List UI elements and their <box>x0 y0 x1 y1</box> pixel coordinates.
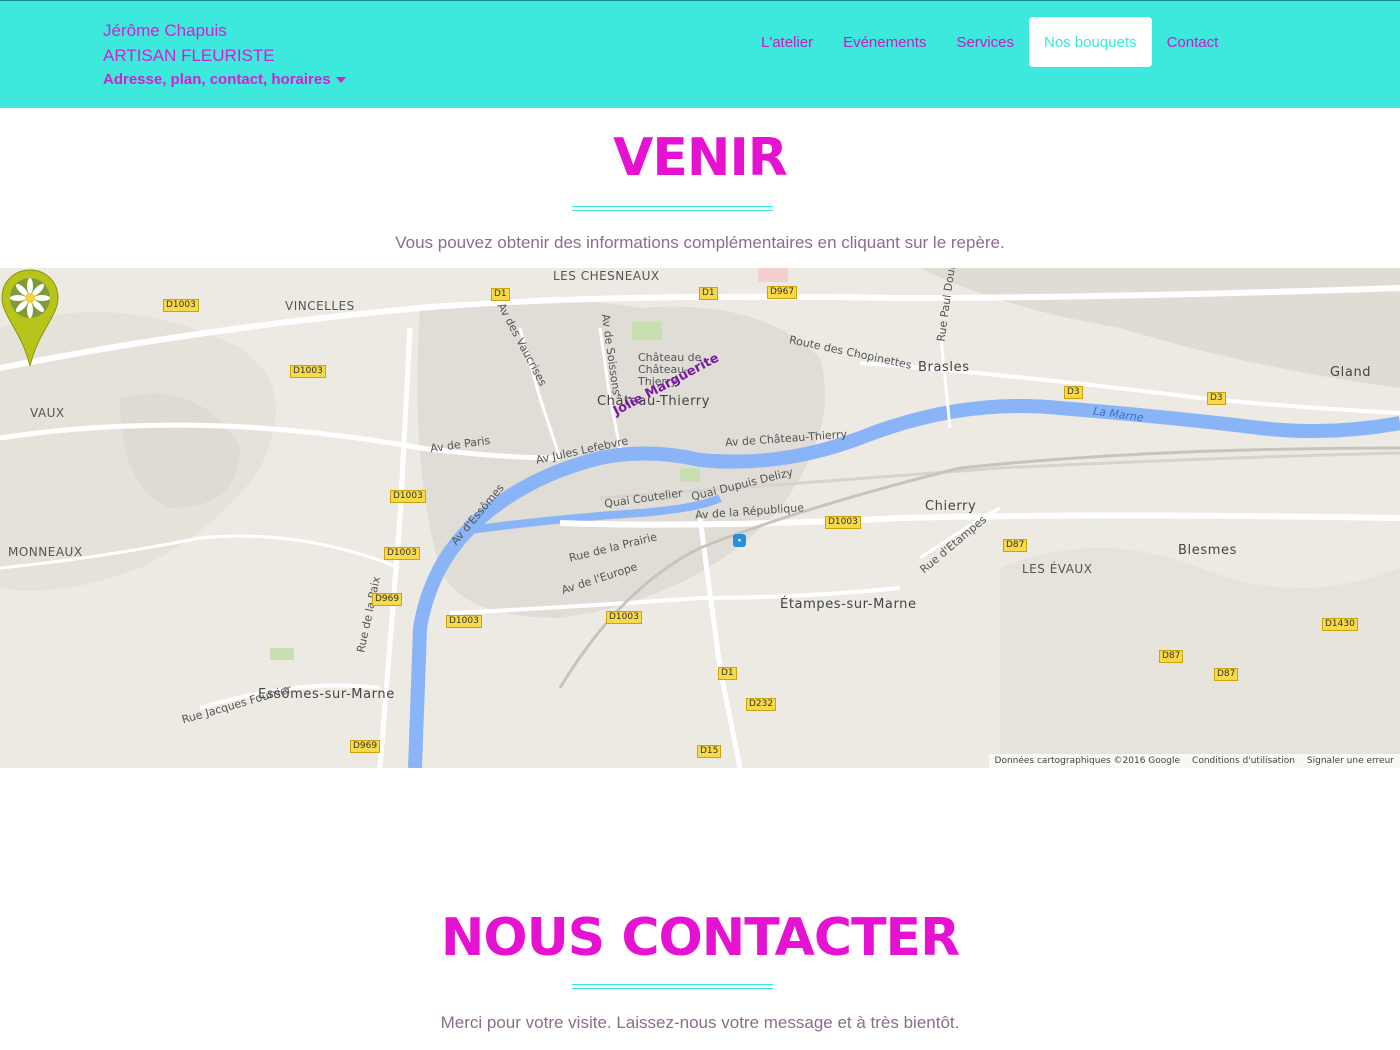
google-map[interactable]: VINCELLES LES CHESNEAUX VAUX MONNEAUX Ch… <box>0 268 1400 768</box>
map-place-blesmes: Blesmes <box>1178 543 1237 558</box>
road-badge: D967 <box>767 286 798 299</box>
road-badge: D969 <box>350 740 381 753</box>
brand-subtitle[interactable]: ARTISAN FLEURISTE <box>103 43 346 69</box>
venir-title: VENIR <box>613 128 788 188</box>
map-attribution: Données cartographiques ©2016 Google <box>994 756 1181 766</box>
map-place-chierry: Chierry <box>925 499 977 514</box>
road-badge: D1430 <box>1322 618 1358 631</box>
contact-text: Merci pour votre visite. Laissez-nous vo… <box>440 1013 960 1032</box>
site-header: Jérôme Chapuis ARTISAN FLEURISTE Adresse… <box>0 0 1400 108</box>
nav-services[interactable]: Services <box>941 17 1029 67</box>
venir-divider <box>572 206 773 211</box>
map-terms-link[interactable]: Conditions d'utilisation <box>1186 756 1301 766</box>
road-badge: D969 <box>372 593 403 606</box>
train-station-icon: ▪ <box>733 534 746 547</box>
map-report-link[interactable]: Signaler une erreur <box>1301 756 1400 766</box>
road-badge: D1003 <box>390 490 426 503</box>
info-dropdown[interactable]: Adresse, plan, contact, horaires <box>103 69 346 91</box>
road-badge: D87 <box>1214 668 1239 681</box>
road-badge: D3 <box>1207 392 1226 405</box>
main-nav: L'atelier Evénements Services Nos bouque… <box>746 17 1233 67</box>
road-badge: D1 <box>699 287 718 300</box>
nav-nos-bouquets[interactable]: Nos bouquets <box>1028 17 1152 67</box>
road-badge: D1003 <box>290 365 326 378</box>
map-pin-icon[interactable] <box>0 268 60 368</box>
road-badge: D87 <box>1003 539 1028 552</box>
map-place-evaux: LES ÉVAUX <box>1022 562 1093 576</box>
map-place-gland: Gland <box>1330 365 1372 380</box>
map-place-vaux: VAUX <box>30 406 65 420</box>
road-badge: D3 <box>1064 386 1083 399</box>
map-place-chesneaux: LES CHESNEAUX <box>553 269 660 283</box>
road-badge: D1003 <box>606 611 642 624</box>
contact-divider <box>572 984 773 989</box>
venir-text: Vous pouvez obtenir des informations com… <box>395 233 1005 252</box>
road-badge: D1003 <box>384 547 420 560</box>
road-badge: D1 <box>491 288 510 301</box>
map-footer: Données cartographiques ©2016 Google Con… <box>988 754 1400 768</box>
road-badge: D15 <box>697 745 722 758</box>
road-badge: D87 <box>1159 650 1184 663</box>
info-dropdown-label: Adresse, plan, contact, horaires <box>103 71 331 88</box>
brand: Jérôme Chapuis ARTISAN FLEURISTE Adresse… <box>103 19 346 91</box>
road-badge: D1003 <box>446 615 482 628</box>
nav-evenements[interactable]: Evénements <box>828 17 941 67</box>
brand-name[interactable]: Jérôme Chapuis <box>103 19 346 43</box>
nav-contact[interactable]: Contact <box>1152 17 1234 67</box>
nav-atelier[interactable]: L'atelier <box>746 17 828 67</box>
road-badge: D232 <box>746 698 777 711</box>
map-place-vincelles: VINCELLES <box>285 299 355 313</box>
road-badge: D1003 <box>825 516 861 529</box>
road-badge: D1003 <box>163 299 199 312</box>
map-place-etampes: Étampes-sur-Marne <box>780 597 917 612</box>
map-place-brasles: Brasles <box>918 360 970 375</box>
road-badge: D1 <box>718 667 737 680</box>
contact-title: NOUS CONTACTER <box>440 908 960 968</box>
caret-down-icon <box>335 77 346 83</box>
map-place-monneaux: MONNEAUX <box>8 545 83 559</box>
